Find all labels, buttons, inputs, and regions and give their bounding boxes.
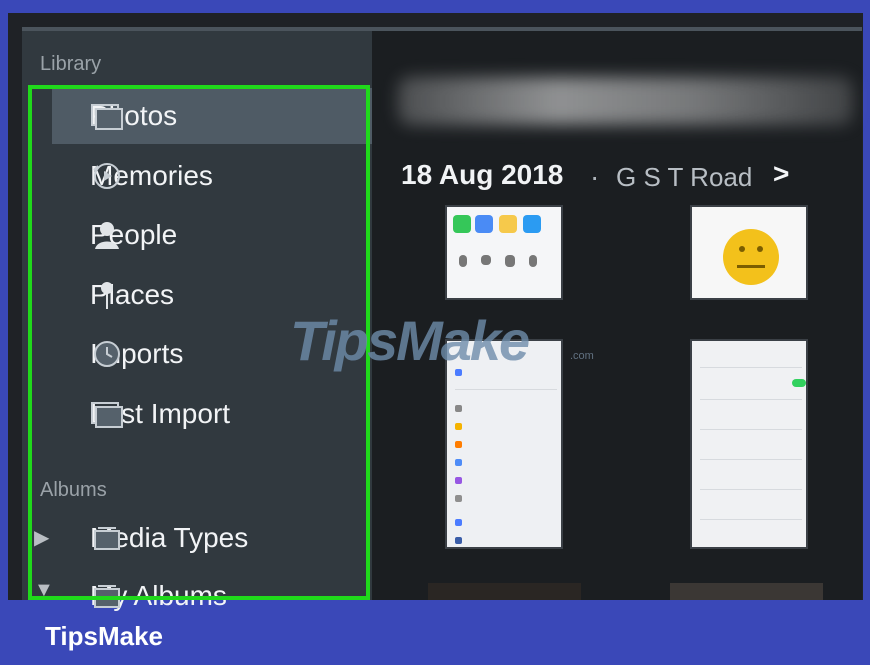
album-icon [90,581,124,611]
imports-icon [90,339,124,369]
sidebar-item-media-types[interactable]: Media Types [52,510,387,566]
brand-label: TipsMake [45,621,164,651]
sidebar-item-my-albums[interactable]: My Albums [52,568,387,624]
photo-thumbnail[interactable] [445,205,563,300]
sidebar-item-people[interactable]: People [52,207,387,263]
photo-thumbnail[interactable] [428,583,581,600]
moment-separator: · [590,161,600,192]
sidebar-item-memories[interactable]: Memories [52,148,387,204]
memories-icon [90,161,124,191]
disclosure-triangle-icon[interactable]: ▼ [34,579,54,602]
people-icon [90,220,124,250]
albums-section-label: Albums [40,479,107,501]
disclosure-triangle-icon[interactable]: ▶ [34,525,49,550]
photo-thumbnail[interactable] [670,583,823,600]
library-section-label: Library [40,53,102,75]
sidebar-item-last-import[interactable]: Last Import [52,386,387,442]
moment-date: 18 Aug 2018 [401,159,564,190]
photo-thumbnail[interactable] [690,205,808,300]
chevron-right-icon[interactable]: > [773,158,789,190]
last-import-icon [90,399,124,429]
moment-place: G S T Road [616,162,753,192]
album-icon [90,523,124,553]
blurred-title [398,77,853,125]
watermark-suffix: .com [570,350,594,362]
photos-icon [90,101,124,131]
sidebar-item-photos[interactable]: Photos [52,88,387,144]
photo-thumbnail[interactable] [690,339,808,549]
watermark: TipsMake [290,309,530,372]
places-icon [90,280,124,310]
